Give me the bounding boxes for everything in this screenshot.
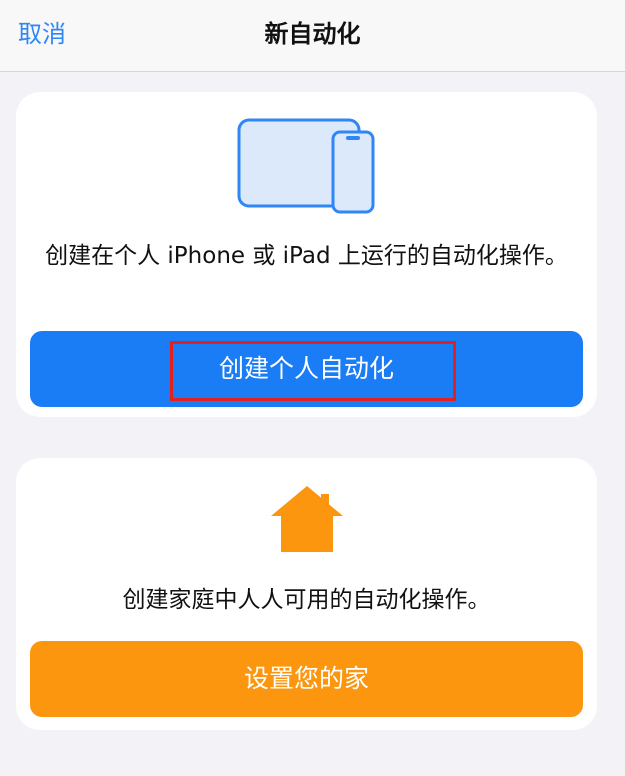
cancel-button[interactable]: 取消 <box>18 14 66 49</box>
personal-automation-description: 创建在个人 iPhone 或 iPad 上运行的自动化操作。 <box>45 243 568 269</box>
page-title: 新自动化 <box>264 20 361 48</box>
personal-automation-card: 创建在个人 iPhone 或 iPad 上运行的自动化操作。 创建个人自动化 <box>16 92 597 417</box>
home-automation-description: 创建家庭中人人可用的自动化操作。 <box>122 587 491 613</box>
create-personal-automation-label: 创建个人自动化 <box>218 354 394 383</box>
create-personal-automation-button[interactable]: 创建个人自动化 <box>30 331 583 407</box>
navigation-bar: 取消 新自动化 <box>0 0 625 72</box>
home-automation-card: 创建家庭中人人可用的自动化操作。 设置您的家 <box>16 458 597 730</box>
set-up-home-label: 设置您的家 <box>243 664 369 693</box>
set-up-home-button[interactable]: 设置您的家 <box>30 641 583 717</box>
iphone-ipad-icon <box>237 118 375 214</box>
house-icon <box>271 486 343 552</box>
